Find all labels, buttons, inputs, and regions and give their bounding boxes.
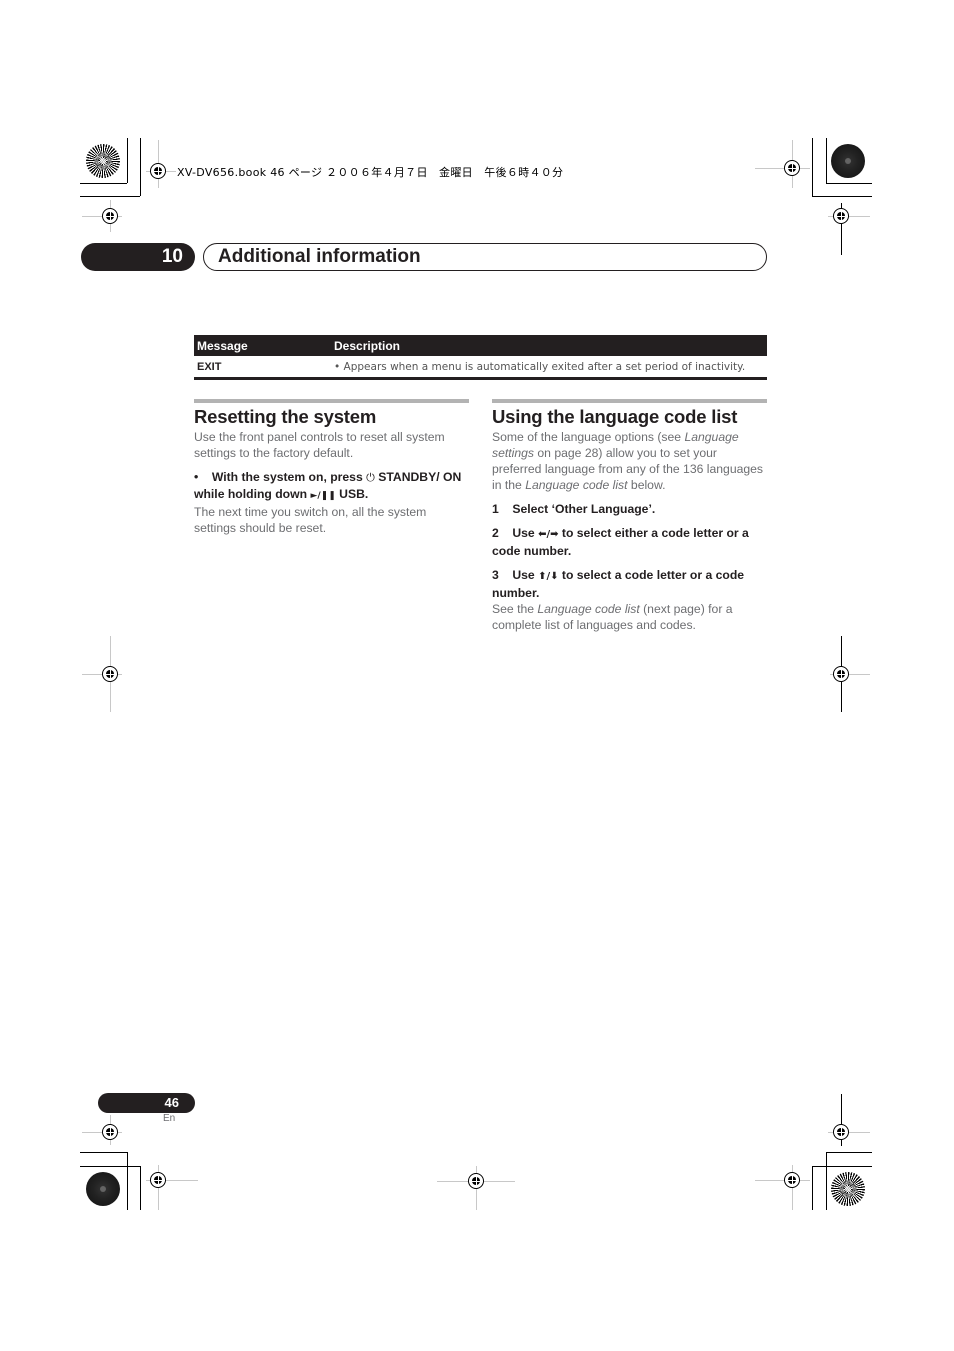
link-language-code-list: Language code list [525, 478, 628, 492]
step-text: Use [512, 568, 539, 582]
registration-starburst-icon [831, 1172, 865, 1206]
page-number-badge: 46 [98, 1093, 195, 1113]
step-text: Select ‘Other Language’. [512, 502, 656, 516]
instruction-text: With the system on, press [211, 470, 367, 484]
bullet: • [194, 470, 199, 484]
registration-mark-icon [102, 208, 118, 224]
table-row: EXIT • Appears when a menu is automatica… [194, 356, 767, 380]
language-code-section: Using the language code list Some of the… [492, 399, 767, 633]
message-code: EXIT [194, 356, 331, 380]
section-intro: Some of the language options (see Langua… [492, 429, 767, 493]
section-rule [492, 399, 767, 403]
column-header-description: Description [331, 335, 767, 356]
section-rule [194, 399, 469, 403]
registration-mark-icon [150, 163, 166, 179]
table-header-row: Message Description [194, 335, 767, 356]
intro-text: Some of the language options (see [492, 430, 685, 444]
reset-result: The next time you switch on, all the sys… [194, 505, 427, 535]
step-3: 3 Use ⬆/⬇ to select a code letter or a c… [492, 567, 767, 601]
chapter-number-badge: 10 [81, 243, 195, 271]
registration-starburst-icon [86, 1172, 120, 1206]
step-1: 1 Select ‘Other Language’. [492, 501, 767, 517]
chapter-title-banner: Additional information [203, 243, 767, 271]
section-footer-note: See the Language code list (next page) f… [492, 601, 767, 633]
step-number: 3 [492, 568, 499, 582]
registration-mark-icon [468, 1173, 484, 1189]
registration-mark-icon [833, 666, 849, 682]
registration-mark-icon [784, 160, 800, 176]
step-2: 2 Use ⬅/➡ to select either a code letter… [492, 525, 767, 559]
registration-mark-icon [102, 1124, 118, 1140]
message-table: Message Description EXIT • Appears when … [194, 335, 767, 380]
step-number: 1 [492, 502, 499, 516]
reset-instruction: • With the system on, press ⏻ STANDBY/ O… [194, 469, 469, 504]
section-heading: Resetting the system [194, 406, 377, 427]
page-language: En [163, 1113, 176, 1124]
note-text: See the [492, 602, 538, 616]
registration-mark-icon [102, 666, 118, 682]
play-pause-icon: ►/❚❚ [310, 491, 336, 501]
chapter-title: Additional information [218, 246, 421, 267]
registration-mark-icon [150, 1172, 166, 1188]
step-text: Use [512, 526, 539, 540]
link-language-code-list: Language code list [537, 602, 640, 616]
resetting-section: Resetting the system Use the front panel… [194, 399, 469, 536]
intro-text: below. [627, 478, 666, 492]
registration-mark-icon [833, 208, 849, 224]
registration-starburst-icon [831, 144, 865, 178]
message-description: • Appears when a menu is automatically e… [331, 356, 767, 380]
standby-power-icon: ⏻ [366, 471, 375, 484]
step-number: 2 [492, 526, 499, 540]
section-intro: Use the front panel controls to reset al… [194, 430, 445, 460]
registration-mark-icon [833, 1124, 849, 1140]
registration-mark-icon [784, 1172, 800, 1188]
instruction-text: USB. [335, 487, 369, 501]
up-down-arrow-icon: ⬆/⬇ [538, 571, 559, 582]
registration-starburst-icon [86, 144, 120, 178]
left-right-arrow-icon: ⬅/➡ [538, 529, 559, 540]
print-header: XV-DV656.book 46 ページ ２００６年４月７日 金曜日 午後６時４… [177, 166, 564, 179]
section-heading: Using the language code list [492, 406, 738, 427]
column-header-message: Message [194, 335, 331, 356]
